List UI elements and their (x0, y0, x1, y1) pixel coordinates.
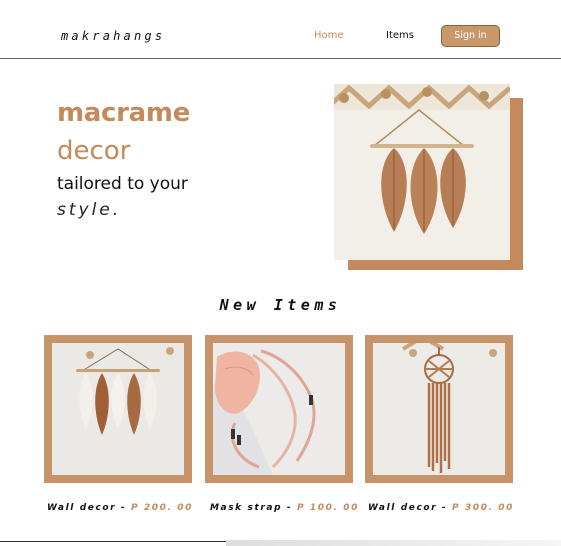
product-price: P 200. 00 (131, 503, 194, 513)
caption-separator: - (437, 503, 453, 513)
footer-divider (0, 541, 226, 542)
product-name: Wall decor (368, 503, 438, 513)
hero-title-decor: decor (57, 136, 131, 166)
sign-in-button[interactable]: Sign in (441, 25, 500, 47)
product-image[interactable] (52, 343, 184, 475)
product-caption: Wall decor - P 300. 00 (368, 503, 514, 513)
product-name: Wall decor (47, 503, 117, 513)
product-name: Mask strap (210, 503, 283, 513)
footer-edge (226, 540, 561, 546)
caption-separator: - (116, 503, 132, 513)
product-card-wall-decor-1[interactable] (44, 335, 192, 483)
brand-logo[interactable]: makrahangs (61, 29, 165, 43)
hero-title-macrame: macrame (57, 98, 191, 128)
product-card-wall-decor-2[interactable] (365, 335, 513, 483)
product-price: P 100. 00 (296, 503, 359, 513)
product-image[interactable] (213, 343, 345, 475)
hero-image (334, 84, 510, 260)
product-caption: Wall decor - P 200. 00 (47, 503, 193, 513)
hero-tagline: tailored to your (57, 174, 188, 194)
hero-tagline-style: style. (57, 200, 122, 220)
site-header: makrahangs Home Items Sign in (0, 0, 561, 59)
nav-items-link[interactable]: Items (386, 30, 414, 41)
product-card-mask-strap[interactable] (205, 335, 353, 483)
new-items-heading: New Items (219, 296, 342, 314)
product-image[interactable] (373, 343, 505, 475)
product-price: P 300. 00 (452, 503, 515, 513)
nav-home-link[interactable]: Home (314, 30, 344, 41)
product-caption: Mask strap - P 100. 00 (210, 503, 359, 513)
caption-separator: - (282, 503, 297, 513)
